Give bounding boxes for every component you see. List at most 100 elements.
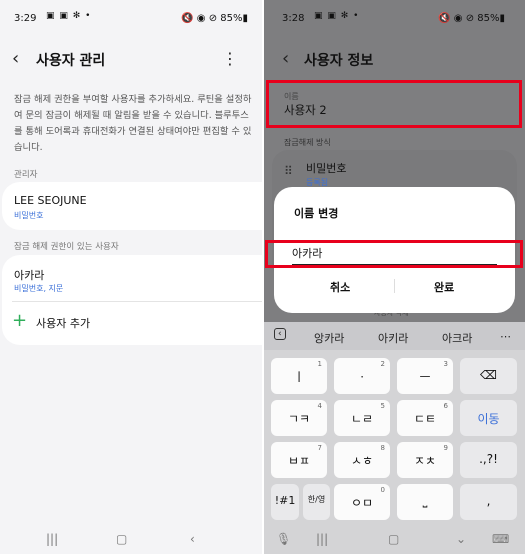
keyboard: ‹ 앙카라 아키라 아크라 ⋯ 1ㅣ 2ㆍ 3ㅡ ⌫ 4 ㄱㅋ 5 ㄴㄹ 6 ㄷㅌ 이… xyxy=(264,322,525,554)
language-key[interactable]: 한/영 xyxy=(303,484,330,520)
page-title: 사용자 관리 xyxy=(36,53,106,69)
key-1[interactable]: 1ㅣ xyxy=(271,358,327,394)
key-6-sup: 6 xyxy=(443,402,448,410)
key-5[interactable]: 5 ㄴㄹ xyxy=(334,400,390,436)
key-6[interactable]: 6 ㄷㅌ xyxy=(397,400,453,436)
collapse-icon[interactable]: ‹ xyxy=(274,328,286,340)
key-1-sup: 1 xyxy=(317,360,322,368)
comma-key[interactable]: , xyxy=(460,484,517,520)
home-icon[interactable]: ▢ xyxy=(388,532,399,546)
plus-icon: + xyxy=(12,310,28,331)
status-bar: 3:29 ▣ ▣ ✻ • 🔇 ◉ ⊘ 85%▮ xyxy=(0,0,262,30)
suggestion-bar: ‹ 앙카라 아키라 아크라 ⋯ xyxy=(264,322,525,350)
notification-icons: ▣ ▣ ✻ • xyxy=(46,11,92,21)
key-7-sup: 7 xyxy=(317,444,322,452)
symbols-key[interactable]: !#1 xyxy=(271,484,299,520)
keyboard-icon[interactable]: ⌨ xyxy=(492,532,509,546)
user-method: 비밀번호, 지문 xyxy=(14,284,64,293)
button-divider xyxy=(394,279,395,293)
key-7-label: ㅂㅍ xyxy=(287,454,311,468)
back-arrow-icon[interactable]: ‹ xyxy=(282,48,289,69)
highlight-box xyxy=(265,240,523,268)
key-3-label: ㅡ xyxy=(419,370,431,384)
key-5-sup: 5 xyxy=(380,402,385,410)
key-4-label: ㄱㅋ xyxy=(287,412,311,426)
admin-section-label: 관리자 xyxy=(14,170,38,180)
key-7[interactable]: 7 ㅂㅍ xyxy=(271,442,327,478)
key-4[interactable]: 4 ㄱㅋ xyxy=(271,400,327,436)
key-9-label: ㅈㅊ xyxy=(413,454,437,468)
status-time: 3:28 xyxy=(282,13,305,24)
key-1-label: ㅣ xyxy=(293,370,305,384)
key-9-sup: 9 xyxy=(443,444,448,452)
app-bar: ‹ 사용자 정보 xyxy=(264,42,525,76)
divider xyxy=(12,301,262,302)
back-arrow-icon[interactable]: ‹ xyxy=(12,48,19,69)
notification-icons: ▣ ▣ ✻ • xyxy=(314,11,360,21)
status-right-icons: 🔇 ◉ ⊘ 85%▮ xyxy=(181,13,248,24)
punctuation-key[interactable]: .,?! xyxy=(460,442,517,478)
key-8-sup: 8 xyxy=(380,444,385,452)
hide-keyboard-icon[interactable]: ⌄ xyxy=(456,532,466,546)
navigation-bar: ||| ▢ ‹ xyxy=(0,530,262,554)
space-icon: ⎵ xyxy=(422,494,428,508)
symbols-key-label: !#1 xyxy=(274,494,296,507)
key-2[interactable]: 2ㆍ xyxy=(334,358,390,394)
admin-name: LEE SEOJUNE xyxy=(14,194,87,207)
users-section-label: 잠금 해제 권한이 있는 사용자 xyxy=(14,242,119,252)
password-label: 비밀번호 xyxy=(306,162,347,175)
suggestion-1[interactable]: 앙카라 xyxy=(314,330,344,346)
key-8-label: ㅅㅎ xyxy=(350,454,374,468)
key-0-label: ㅇㅁ xyxy=(350,496,374,510)
move-key[interactable]: 이동 xyxy=(460,400,517,436)
move-key-label: 이동 xyxy=(477,412,500,426)
microphone-icon[interactable]: 🎙 xyxy=(276,532,291,546)
user-info-screen: 3:28 ▣ ▣ ✻ • 🔇 ◉ ⊘ 85%▮ ‹ 사용자 정보 이름 사용자 … xyxy=(264,0,525,554)
done-button[interactable]: 완료 xyxy=(434,279,454,295)
key-9[interactable]: 9 ㅈㅊ xyxy=(397,442,453,478)
key-6-label: ㄷㅌ xyxy=(413,412,437,426)
name-field-label: 이름 xyxy=(284,92,299,101)
key-2-label: ㆍ xyxy=(356,370,368,384)
description-text: 잠금 해제 권한을 부여할 사용자를 추가하세요. 루틴을 설정하여 문의 잠금… xyxy=(14,94,252,153)
admin-method: 비밀번호 xyxy=(14,211,44,220)
users-card: 아카라 비밀번호, 지문 + 사용자 추가 xyxy=(2,255,262,345)
more-suggestions-icon[interactable]: ⋯ xyxy=(500,330,511,343)
punctuation-key-label: .,?! xyxy=(479,452,498,466)
backspace-icon: ⌫ xyxy=(480,368,497,382)
status-bar: 3:28 ▣ ▣ ✻ • 🔇 ◉ ⊘ 85%▮ xyxy=(264,0,525,30)
key-8[interactable]: 8 ㅅㅎ xyxy=(334,442,390,478)
key-2-sup: 2 xyxy=(380,360,385,368)
name-field-value[interactable]: 사용자 2 xyxy=(284,102,327,118)
dialog-title: 이름 변경 xyxy=(294,207,339,220)
back-icon[interactable]: ‹ xyxy=(190,532,195,546)
key-4-sup: 4 xyxy=(317,402,322,410)
navigation-bar: 🎙 ||| ▢ ⌄ ⌨ xyxy=(264,530,525,554)
unlock-section-label: 잠금해제 방식 xyxy=(284,138,331,147)
key-0[interactable]: 0 ㅇㅁ xyxy=(334,484,390,520)
admin-card[interactable]: LEE SEOJUNE 비밀번호 xyxy=(2,182,262,230)
home-icon[interactable]: ▢ xyxy=(116,532,127,546)
suggestion-2[interactable]: 아키라 xyxy=(378,330,408,346)
page-title: 사용자 정보 xyxy=(304,53,374,69)
app-bar: ‹ 사용자 관리 ⋮ xyxy=(0,42,262,76)
key-3-sup: 3 xyxy=(443,360,448,368)
user-name: 아카라 xyxy=(14,269,45,282)
status-time: 3:29 xyxy=(14,13,37,24)
comma-key-label: , xyxy=(486,494,491,508)
suggestion-3[interactable]: 아크라 xyxy=(442,330,472,346)
recent-apps-icon[interactable]: ||| xyxy=(316,532,328,546)
cancel-button[interactable]: 취소 xyxy=(330,279,350,295)
add-user-label: 사용자 추가 xyxy=(36,317,91,330)
space-key[interactable]: ⎵ xyxy=(397,484,453,520)
user-management-screen: 3:29 ▣ ▣ ✻ • 🔇 ◉ ⊘ 85%▮ ‹ 사용자 관리 ⋮ 잠금 해제… xyxy=(0,0,262,554)
key-5-label: ㄴㄹ xyxy=(350,412,374,426)
status-right-icons: 🔇 ◉ ⊘ 85%▮ xyxy=(438,13,505,24)
more-options-icon[interactable]: ⋮ xyxy=(222,49,238,68)
recent-apps-icon[interactable]: ||| xyxy=(46,532,58,546)
key-0-sup: 0 xyxy=(380,486,385,494)
language-key-label: 한/영 xyxy=(307,495,326,504)
backspace-key[interactable]: ⌫ xyxy=(460,358,517,394)
key-3[interactable]: 3ㅡ xyxy=(397,358,453,394)
keypad-icon: ⠿ xyxy=(284,164,293,178)
